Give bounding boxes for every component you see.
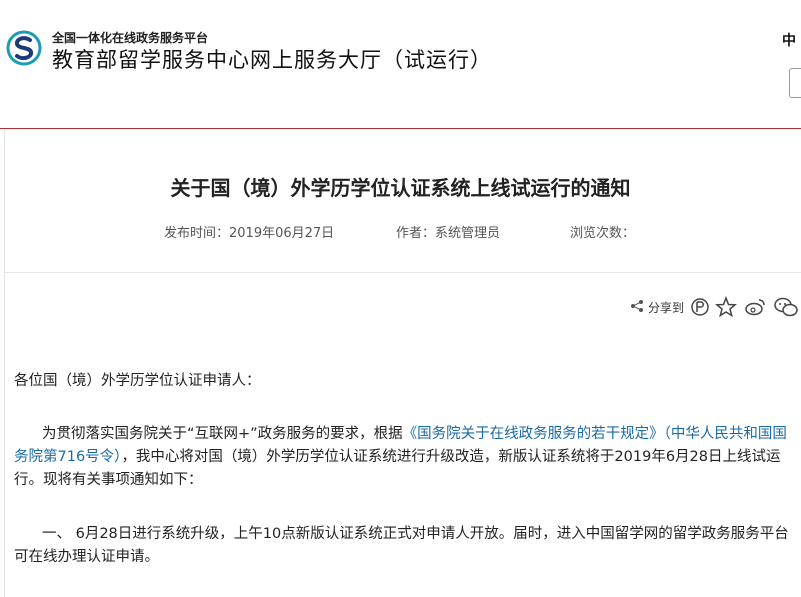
language-switch[interactable]: 中 — [782, 30, 796, 50]
author: 作者：系统管理员 — [396, 226, 501, 241]
favorite-star-icon[interactable] — [715, 296, 737, 318]
site-header: 全国一体化在线政务服务平台 教育部留学服务中心网上服务大厅（试运行） 中 — [0, 0, 801, 128]
meta-divider — [4, 272, 801, 273]
publish-time: 发布时间：2019年06月27日 — [164, 226, 335, 241]
paragraph-intro: 为贯彻落实国务院关于“互联网+”政务服务的要求，根据《国务院关于在线政务服务的若… — [14, 423, 794, 492]
gov-platform-logo-icon[interactable] — [6, 30, 42, 66]
share-label: 分享到 — [648, 301, 685, 315]
paragraph-intro-text: 为贯彻落实国务院关于“互联网+”政务服务的要求，根据 — [42, 426, 403, 442]
search-input[interactable] — [789, 68, 801, 98]
paragraph-item-1: 一、 6月28日进行系统升级，上午10点新版认证系统正式对申请人开放。届时，进入… — [14, 526, 789, 565]
greeting: 各位国（境）外学历学位认证申请人： — [14, 373, 261, 389]
article-title: 关于国（境）外学历学位认证系统上线试运行的通知 — [170, 176, 631, 200]
view-count: 浏览次数： — [570, 226, 636, 241]
share-icon — [631, 300, 643, 312]
qzone-icon[interactable] — [689, 296, 711, 318]
wechat-icon[interactable] — [773, 296, 799, 318]
paragraph-intro-text-end: ，我中心将对国（境）外学历学位认证系统进行升级改造，新版认证系统将于2019年6… — [14, 449, 781, 488]
site-title[interactable]: 教育部留学服务中心网上服务大厅（试运行） — [52, 44, 492, 74]
weibo-icon[interactable] — [744, 296, 766, 318]
